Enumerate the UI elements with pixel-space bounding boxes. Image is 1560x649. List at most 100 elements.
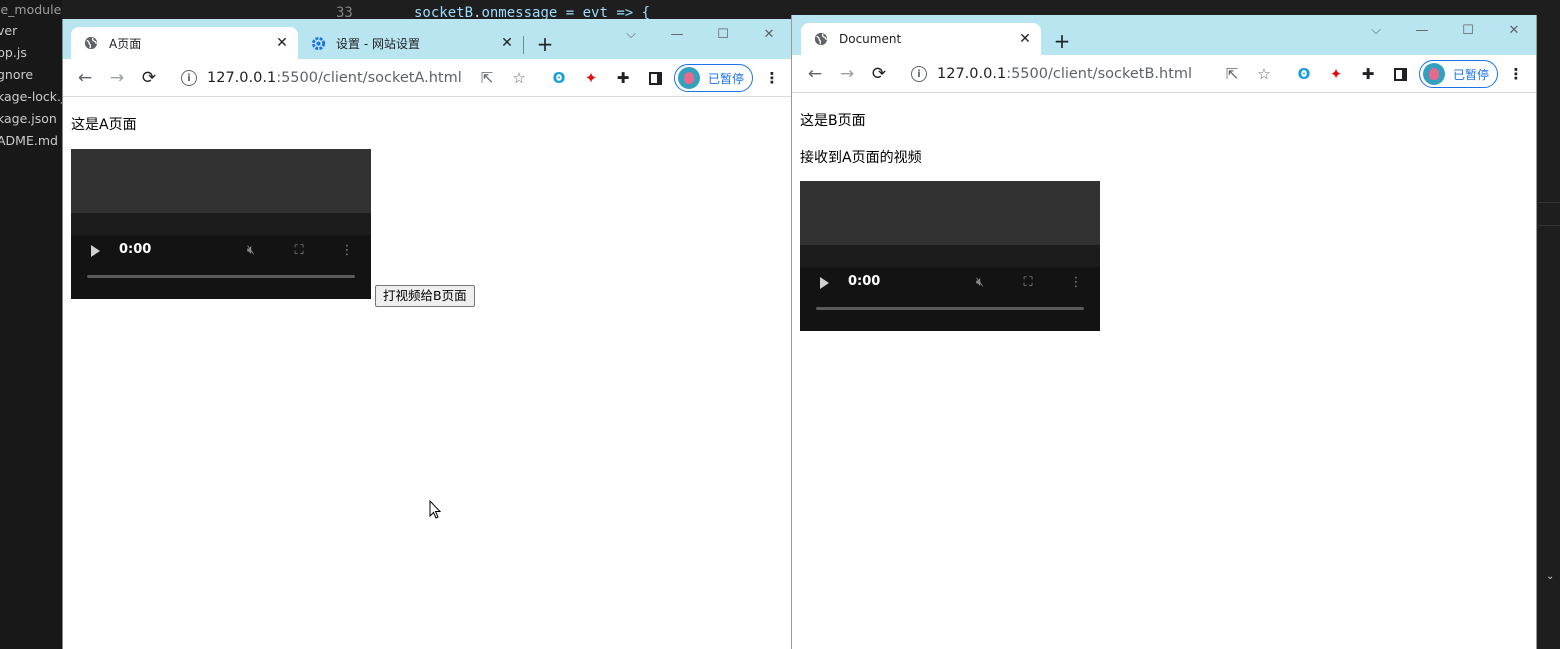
info-icon[interactable]: i (181, 70, 197, 86)
video-time: 0:00 (119, 242, 152, 257)
panel-divider (1538, 225, 1560, 226)
line-number: 33 (336, 5, 353, 20)
browser-window-a: A页面 ✕ 设置 - 网站设置 ✕ + ⌵ — ☐ ✕ ← → ⟳ i 127.… (62, 19, 792, 649)
page-heading: 这是A页面 (71, 117, 137, 133)
url-path: :5500/client/socketB.html (1006, 66, 1193, 82)
sidepanel-icon[interactable] (1385, 59, 1415, 89)
video-time: 0:00 (848, 274, 881, 289)
fullscreen-icon[interactable]: ⛶ (290, 241, 308, 259)
video-controls (800, 267, 1100, 331)
minimize-button[interactable]: — (1399, 15, 1445, 45)
explorer-item[interactable]: kage-lock.j (0, 86, 62, 108)
explorer-item[interactable]: le_modules (0, 0, 62, 20)
menu-icon[interactable]: ⋮ (1501, 59, 1531, 89)
star-icon[interactable]: ☆ (504, 63, 534, 93)
profile-label: 已暂停 (708, 71, 745, 86)
reload-button[interactable]: ⟳ (863, 58, 895, 90)
minimize-button[interactable]: — (654, 19, 700, 49)
close-window-button[interactable]: ✕ (746, 19, 792, 49)
browser-window-b: Document ✕ + ⌵ — ☐ ✕ ← → ⟳ i 127.0.0.1:5… (791, 15, 1537, 649)
avatar (678, 67, 700, 89)
maple-leaf-icon[interactable]: ✦ (576, 63, 606, 93)
avatar (1423, 63, 1445, 85)
globe-icon (83, 35, 99, 51)
fullscreen-icon[interactable]: ⛶ (1019, 273, 1037, 291)
code-rest: onmessage = evt => { (481, 5, 651, 20)
explorer-item[interactable]: gnore (0, 64, 62, 86)
video-player[interactable]: 0:00 🔇︎ ⛶ ⋮ (800, 181, 1100, 331)
more-icon[interactable]: ⋮ (1067, 273, 1085, 291)
extension-icon[interactable]: ʘ (1289, 59, 1319, 89)
extension-icon[interactable]: ʘ (544, 63, 574, 93)
address-bar[interactable]: i 127.0.0.1:5500/client/socketA.html (181, 63, 462, 93)
code-object: socketB (414, 5, 474, 20)
share-icon[interactable]: ⇱ (1217, 59, 1247, 89)
window-controls: ⌵ — ☐ ✕ (608, 19, 792, 49)
mouse-cursor-icon (429, 500, 442, 519)
menu-icon[interactable]: ⋮ (757, 63, 787, 93)
tab-settings[interactable]: 设置 - 网站设置 ✕ (298, 27, 523, 59)
profile-label: 已暂停 (1453, 67, 1490, 82)
video-controls (71, 235, 371, 299)
chevron-down-icon[interactable]: ⌵ (1353, 15, 1399, 45)
browser-toolbar: ← → ⟳ i 127.0.0.1:5500/client/socketA.ht… (63, 59, 792, 97)
page-subheading: 接收到A页面的视频 (800, 150, 922, 166)
url-host: 127.0.0.1 (937, 66, 1007, 82)
close-icon[interactable]: ✕ (274, 35, 290, 51)
back-button[interactable]: ← (799, 58, 831, 90)
share-icon[interactable]: ⇱ (472, 63, 502, 93)
gear-icon (310, 35, 326, 51)
new-tab-button[interactable]: + (1050, 29, 1074, 53)
maximize-button[interactable]: ☐ (700, 19, 746, 49)
send-video-button[interactable]: 打视频给B页面 (375, 285, 475, 307)
forward-button[interactable]: → (101, 62, 133, 94)
globe-icon (813, 31, 829, 47)
page-content: 这是A页面 0:00 🔇︎ ⛶ ⋮ (63, 97, 792, 307)
info-icon[interactable]: i (911, 66, 927, 82)
forward-button[interactable]: → (831, 58, 863, 90)
maximize-button[interactable]: ☐ (1445, 15, 1491, 45)
profile-button[interactable]: 已暂停 (1419, 60, 1498, 88)
mute-icon[interactable]: 🔇︎ (242, 241, 260, 259)
tab-a-page[interactable]: A页面 ✕ (71, 27, 298, 59)
mute-icon[interactable]: 🔇︎ (971, 273, 989, 291)
file-explorer: le_modules ver pp.js gnore kage-lock.j k… (0, 0, 62, 649)
more-icon[interactable]: ⋮ (338, 241, 356, 259)
puzzle-icon[interactable]: ✚ (1353, 59, 1383, 89)
chevron-down-icon[interactable]: ⌵ (608, 19, 654, 49)
code-text[interactable]: socketB.onmessage = evt => { (414, 5, 650, 20)
back-button[interactable]: ← (69, 62, 101, 94)
browser-toolbar: ← → ⟳ i 127.0.0.1:5500/client/socketB.ht… (792, 55, 1536, 93)
explorer-item[interactable]: kage.json (0, 108, 62, 130)
explorer-item[interactable]: ver (0, 20, 62, 42)
code-line: 33 socketB.onmessage = evt => { (300, 0, 800, 20)
puzzle-icon[interactable]: ✚ (608, 63, 638, 93)
close-window-button[interactable]: ✕ (1491, 15, 1536, 45)
chevron-down-icon[interactable]: ⌄ (1546, 571, 1554, 582)
close-icon[interactable]: ✕ (499, 35, 515, 51)
url-path: :5500/client/socketA.html (276, 70, 462, 86)
new-tab-button[interactable]: + (533, 32, 557, 56)
play-icon[interactable] (91, 245, 100, 257)
tab-title: 设置 - 网站设置 (336, 36, 420, 51)
window-controls: ⌵ — ☐ ✕ (1353, 15, 1536, 45)
video-area (71, 149, 371, 213)
video-progress-track[interactable] (816, 307, 1084, 310)
sidepanel-icon[interactable] (640, 63, 670, 93)
tab-document[interactable]: Document ✕ (801, 23, 1041, 55)
video-player[interactable]: 0:00 🔇︎ ⛶ ⋮ (71, 149, 371, 299)
video-progress-track[interactable] (87, 275, 355, 278)
address-bar[interactable]: i 127.0.0.1:5500/client/socketB.html (911, 59, 1192, 89)
star-icon[interactable]: ☆ (1249, 59, 1279, 89)
tab-title: A页面 (109, 36, 142, 51)
explorer-item[interactable]: pp.js (0, 42, 62, 64)
panel-divider (1538, 202, 1560, 203)
reload-button[interactable]: ⟳ (133, 62, 165, 94)
page-heading: 这是B页面 (800, 113, 866, 129)
explorer-item[interactable]: ADME.md (0, 130, 62, 152)
close-icon[interactable]: ✕ (1017, 31, 1033, 47)
profile-button[interactable]: 已暂停 (674, 64, 753, 92)
play-icon[interactable] (820, 277, 829, 289)
maple-leaf-icon[interactable]: ✦ (1321, 59, 1351, 89)
tab-strip: Document ✕ + ⌵ — ☐ ✕ (792, 15, 1536, 55)
